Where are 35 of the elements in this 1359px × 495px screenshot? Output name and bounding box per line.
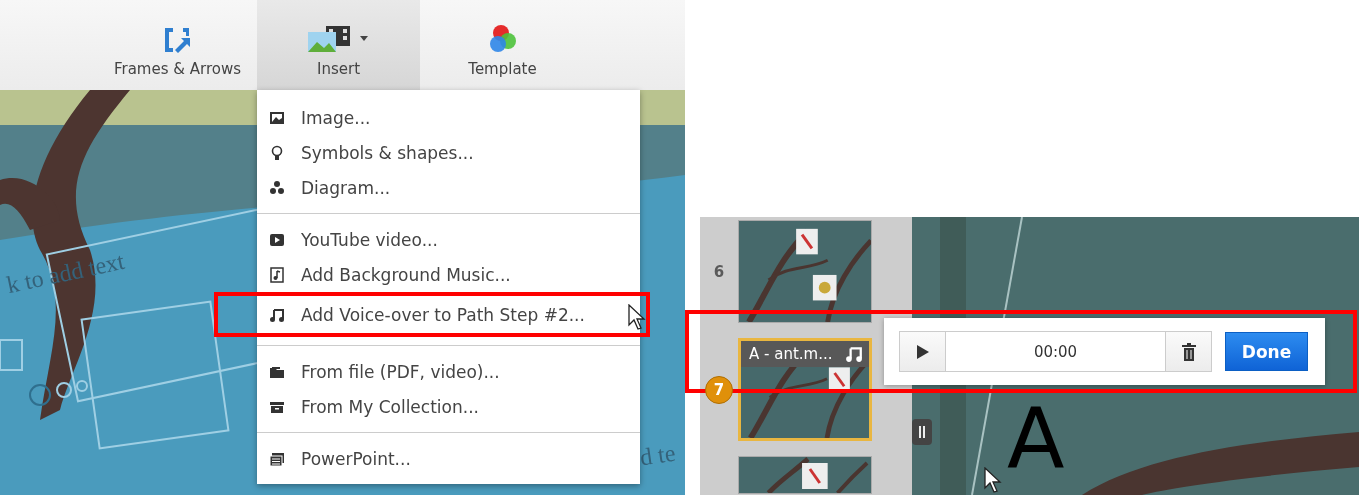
pause-handle-icon[interactable]	[912, 419, 932, 445]
step-thumbnail[interactable]	[738, 456, 872, 494]
frame-arrow-icon	[162, 26, 193, 54]
menu-item[interactable]: From file (PDF, video)...	[257, 354, 640, 389]
step-badge: 7	[705, 375, 733, 404]
menu-item[interactable]: PowerPoint...	[257, 441, 640, 476]
slides-icon	[269, 450, 285, 467]
toolbar-button[interactable]: Insert	[257, 0, 420, 90]
slide-letter: A	[1007, 397, 1065, 481]
step-thumbnail[interactable]: A - ant.m...	[738, 338, 872, 441]
pointer-cursor-icon	[984, 467, 1002, 493]
music-note-icon	[269, 306, 285, 323]
delete-button[interactable]	[1166, 332, 1211, 371]
music-note-icon	[845, 345, 863, 363]
lightbulb-icon	[269, 144, 285, 161]
menu-item[interactable]: Image...	[257, 100, 640, 135]
menu-item[interactable]: Symbols & shapes...	[257, 135, 640, 170]
trash-icon	[1181, 342, 1196, 361]
menu-item[interactable]: Diagram...	[257, 170, 640, 205]
diagram-icon	[269, 179, 285, 196]
menu-item[interactable]: Add Background Music...	[257, 257, 640, 292]
play-icon	[269, 231, 285, 248]
menu-item[interactable]: From My Collection...	[257, 389, 640, 424]
image-icon	[269, 109, 285, 126]
music-file-icon	[269, 266, 285, 283]
canvas-text: k to add text	[4, 247, 127, 300]
play-button[interactable]	[900, 332, 945, 371]
canvas-text: d te	[638, 439, 678, 472]
toolbar-button[interactable]: Frames & Arrows	[98, 0, 257, 90]
toolbar-button[interactable]: Template	[420, 0, 585, 90]
audio-file-name: A - ant.m...	[749, 345, 833, 363]
menu-item[interactable]: YouTube video...	[257, 222, 640, 257]
play-icon	[915, 343, 930, 360]
done-button[interactable]: Done	[1225, 332, 1308, 371]
step-number: 6	[713, 262, 725, 281]
